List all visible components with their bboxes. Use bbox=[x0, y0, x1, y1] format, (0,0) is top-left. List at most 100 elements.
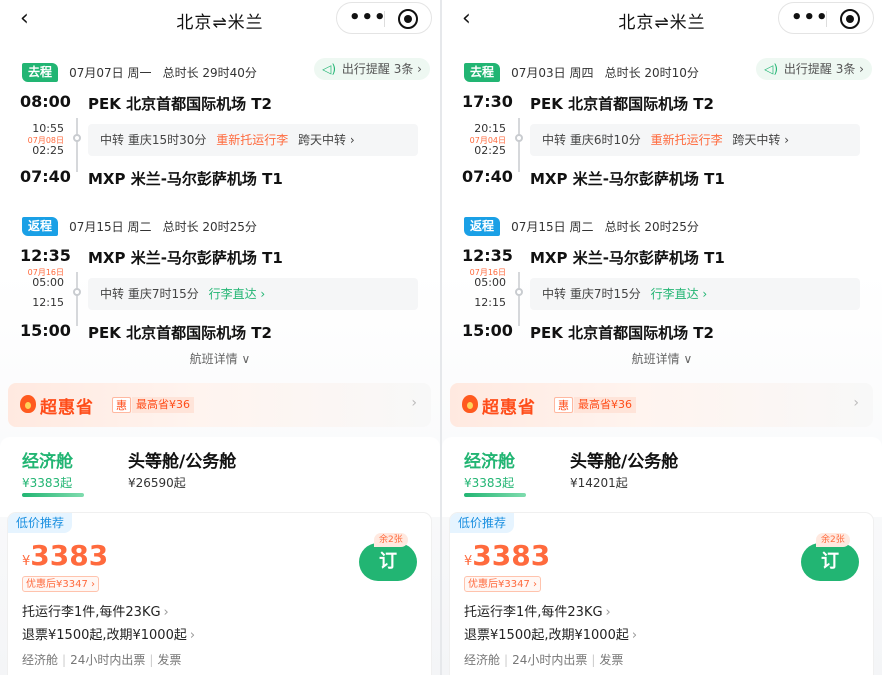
more-icon[interactable]: ••• bbox=[349, 7, 387, 28]
outbound-tag: 去程 bbox=[464, 63, 501, 82]
flame-icon bbox=[462, 395, 478, 413]
capsule-divider bbox=[826, 11, 827, 27]
outbound-date: 07月07日 周一 bbox=[69, 66, 152, 80]
fare-price: ¥3383 bbox=[464, 539, 550, 572]
speaker-icon: ◁) bbox=[322, 62, 337, 76]
route-dot bbox=[73, 134, 81, 142]
close-record-icon[interactable] bbox=[398, 9, 418, 29]
baggage-info[interactable]: 托运行李1件,每件23KG › bbox=[22, 601, 169, 620]
book-button[interactable]: 订 bbox=[359, 543, 417, 581]
transfer-arrive-time: 10:55 bbox=[32, 122, 64, 135]
travel-reminder-label: 出行提醒 3条 › bbox=[341, 62, 422, 76]
departure-time: 08:00 bbox=[20, 92, 71, 111]
outbound-duration: 总时长 20时10分 bbox=[604, 66, 699, 80]
outbound-header: 去程 07月03日 周四 总时长 20时10分 bbox=[464, 62, 699, 82]
chevron-right-icon: › bbox=[163, 605, 169, 620]
return-header: 返程 07月15日 周二 总时长 20时25分 bbox=[464, 216, 699, 236]
mini-program-capsule: ••• bbox=[778, 2, 874, 34]
baggage-info[interactable]: 托运行李1件,每件23KG › bbox=[464, 601, 611, 620]
chevron-down-icon: ∨ bbox=[241, 352, 251, 366]
recheck-baggage-label: 重新托运行李 bbox=[216, 133, 289, 147]
route-line bbox=[518, 118, 520, 172]
transfer-depart-time: 12:15 bbox=[474, 296, 506, 309]
arrival-time: 15:00 bbox=[462, 321, 513, 340]
route-dot bbox=[73, 288, 81, 296]
transfer-city: 中转 重庆7时15分 bbox=[100, 287, 199, 301]
transfer-depart-time: 02:25 bbox=[474, 144, 506, 157]
tab-first-business[interactable]: 头等舱/公务舱 ¥26590起 bbox=[128, 447, 236, 491]
tab-economy-price: ¥3383起 bbox=[464, 476, 515, 490]
arrival-time: 07:40 bbox=[20, 167, 71, 186]
flame-icon bbox=[20, 395, 36, 413]
book-button[interactable]: 订 bbox=[801, 543, 859, 581]
nav-bar: ‹ 北京⇌米兰 ••• bbox=[442, 0, 882, 40]
transfer-info[interactable]: 中转 重庆7时15分 行李直达 › bbox=[88, 278, 418, 310]
fare-amount: 3383 bbox=[30, 539, 109, 572]
flight-panel-left: ‹ 北京⇌米兰 ••• 去程 07月07日 周一 总时长 29时40分 ◁) 出… bbox=[0, 0, 440, 675]
travel-reminder-button[interactable]: ◁) 出行提醒 3条 › bbox=[314, 58, 430, 80]
cabin-tabs: 经济舱 ¥3383起 头等舱/公务舱 ¥26590起 bbox=[0, 437, 440, 517]
fare-card[interactable]: 低价推荐 ¥3383 优惠后¥3347 › 订 余2张 托运行李1件,每件23K… bbox=[450, 513, 873, 675]
refund-info[interactable]: 退票¥1500起,改期¥1000起 › bbox=[22, 624, 195, 643]
route-line bbox=[518, 272, 520, 326]
refund-text: 退票¥1500起,改期¥1000起 bbox=[22, 628, 187, 643]
active-tab-indicator bbox=[22, 493, 84, 497]
outbound-header: 去程 07月07日 周一 总时长 29时40分 bbox=[22, 62, 257, 82]
baggage-text: 托运行李1件,每件23KG bbox=[22, 605, 161, 620]
arrival-airport: PEK 北京首都国际机场 T2 bbox=[530, 324, 714, 342]
departure-airport: MXP 米兰-马尔彭萨机场 T1 bbox=[88, 249, 283, 267]
feature-cabin: 经济舱 bbox=[22, 653, 59, 667]
transfer-arrive-time: 20:15 bbox=[474, 122, 506, 135]
discount-price-badge[interactable]: 优惠后¥3347 › bbox=[22, 576, 99, 592]
chevron-right-icon: › bbox=[189, 628, 196, 643]
transfer-city: 中转 重庆15时30分 bbox=[100, 133, 207, 147]
return-date: 07月15日 周二 bbox=[69, 220, 152, 234]
route-line bbox=[76, 272, 78, 326]
tab-economy[interactable]: 经济舱 ¥3383起 bbox=[22, 447, 73, 491]
refund-text: 退票¥1500起,改期¥1000起 bbox=[464, 628, 629, 643]
return-duration: 总时长 20时25分 bbox=[604, 220, 699, 234]
departure-airport: PEK 北京首都国际机场 T2 bbox=[88, 95, 272, 113]
discount-price-badge[interactable]: 优惠后¥3347 › bbox=[464, 576, 541, 592]
arrival-airport: MXP 米兰-马尔彭萨机场 T1 bbox=[530, 170, 725, 188]
route-dot bbox=[515, 288, 523, 296]
feature-ticketing: 24小时内出票 bbox=[70, 653, 146, 667]
chevron-right-icon: › bbox=[631, 628, 638, 643]
promo-banner[interactable]: 超惠省 惠 最高省¥36 › bbox=[450, 383, 873, 427]
more-icon[interactable]: ••• bbox=[791, 7, 829, 28]
promo-banner[interactable]: 超惠省 惠 最高省¥36 › bbox=[8, 383, 431, 427]
fare-amount: 3383 bbox=[472, 539, 551, 572]
return-duration: 总时长 20时25分 bbox=[162, 220, 257, 234]
close-record-icon[interactable] bbox=[840, 9, 860, 29]
tab-first-price: ¥26590起 bbox=[128, 476, 186, 490]
transfer-info[interactable]: 中转 重庆6时10分 重新托运行李 跨天中转 › bbox=[530, 124, 860, 156]
chevron-right-icon: › bbox=[411, 395, 417, 411]
transfer-info[interactable]: 中转 重庆7时15分 行李直达 › bbox=[530, 278, 860, 310]
flight-details-link[interactable]: 航班详情 ∨ bbox=[442, 350, 882, 367]
fare-features: 经济舱 | 24小时内出票 | 发票 bbox=[22, 651, 181, 668]
feature-cabin: 经济舱 bbox=[464, 653, 501, 667]
feature-separator: | bbox=[591, 653, 596, 667]
route-line bbox=[76, 118, 78, 172]
overnight-transfer-label: 跨天中转 › bbox=[298, 133, 355, 147]
transfer-info[interactable]: 中转 重庆15时30分 重新托运行李 跨天中转 › bbox=[88, 124, 418, 156]
tab-first-business[interactable]: 头等舱/公务舱 ¥14201起 bbox=[570, 447, 678, 491]
chevron-down-icon: ∨ bbox=[683, 352, 693, 366]
tab-economy[interactable]: 经济舱 ¥3383起 bbox=[464, 447, 515, 491]
feature-invoice: 发票 bbox=[599, 653, 624, 667]
tab-economy-label: 经济舱 bbox=[464, 452, 515, 472]
arrival-airport: MXP 米兰-马尔彭萨机场 T1 bbox=[88, 170, 283, 188]
tab-economy-label: 经济舱 bbox=[22, 452, 73, 472]
fare-card[interactable]: 低价推荐 ¥3383 优惠后¥3347 › 订 余2张 托运行李1件,每件23K… bbox=[8, 513, 431, 675]
transfer-city: 中转 重庆6时10分 bbox=[542, 133, 641, 147]
travel-reminder-button[interactable]: ◁) 出行提醒 3条 › bbox=[756, 58, 872, 80]
mini-program-capsule: ••• bbox=[336, 2, 432, 34]
outbound-date: 07月03日 周四 bbox=[511, 66, 594, 80]
baggage-through-label: 行李直达 › bbox=[208, 287, 266, 301]
refund-info[interactable]: 退票¥1500起,改期¥1000起 › bbox=[464, 624, 637, 643]
overnight-transfer-label: 跨天中转 › bbox=[732, 133, 790, 147]
transfer-arrive-time: 05:00 bbox=[474, 276, 506, 289]
flight-details-link[interactable]: 航班详情 ∨ bbox=[0, 350, 440, 367]
promo-title: 超惠省 bbox=[482, 398, 536, 418]
speaker-icon: ◁) bbox=[764, 62, 779, 76]
